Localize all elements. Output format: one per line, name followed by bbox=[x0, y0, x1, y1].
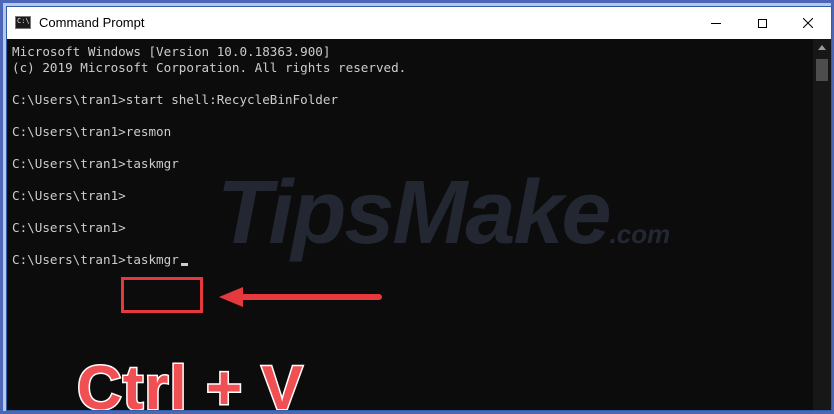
minimize-button[interactable] bbox=[693, 7, 739, 39]
shortcut-label: Ctrl + V bbox=[76, 353, 305, 411]
title-bar[interactable]: C:\ Command Prompt bbox=[7, 7, 831, 39]
pasted-command-highlight bbox=[121, 277, 203, 313]
console-line: Microsoft Windows [Version 10.0.18363.90… bbox=[12, 44, 331, 59]
text-cursor bbox=[180, 263, 188, 266]
console-line: C:\Users\tran1>taskmgr bbox=[12, 156, 179, 171]
console-line: C:\Users\tran1>start shell:RecycleBinFol… bbox=[12, 92, 339, 107]
console-line: C:\Users\tran1>resmon bbox=[12, 124, 172, 139]
scroll-up-button[interactable] bbox=[813, 39, 831, 56]
window-title: Command Prompt bbox=[39, 15, 145, 30]
vertical-scrollbar[interactable] bbox=[813, 39, 831, 410]
maximize-icon bbox=[757, 18, 767, 28]
console-line: (c) 2019 Microsoft Corporation. All righ… bbox=[12, 60, 407, 75]
console-output[interactable]: TipsMake.com Microsoft Windows [Version … bbox=[7, 39, 811, 411]
console-icon-glyph: C:\ bbox=[17, 17, 30, 25]
scroll-up-arrow-icon bbox=[818, 45, 826, 50]
console-lines: Microsoft Windows [Version 10.0.18363.90… bbox=[12, 44, 406, 267]
watermark-text: TipsMake bbox=[217, 163, 612, 263]
pointer-arrow-icon bbox=[219, 287, 382, 307]
tipsmake-watermark: TipsMake.com bbox=[217, 163, 670, 284]
scroll-thumb[interactable] bbox=[816, 59, 828, 81]
maximize-button[interactable] bbox=[739, 7, 785, 39]
console-current-line[interactable]: C:\Users\tran1>taskmgr bbox=[12, 252, 188, 268]
screenshot-frame: C:\ Command Prompt TipsMake.com Microsof… bbox=[0, 0, 834, 414]
console-line: C:\Users\tran1> bbox=[12, 220, 126, 235]
close-icon bbox=[803, 18, 813, 28]
minimize-icon bbox=[711, 22, 721, 24]
watermark-suffix: .com bbox=[609, 219, 671, 249]
console-line: C:\Users\tran1>taskmgr bbox=[12, 252, 179, 267]
console-line: C:\Users\tran1> bbox=[12, 188, 126, 203]
console-icon: C:\ bbox=[15, 16, 31, 29]
command-prompt-window: C:\ Command Prompt TipsMake.com Microsof… bbox=[6, 6, 832, 411]
close-button[interactable] bbox=[785, 7, 831, 39]
